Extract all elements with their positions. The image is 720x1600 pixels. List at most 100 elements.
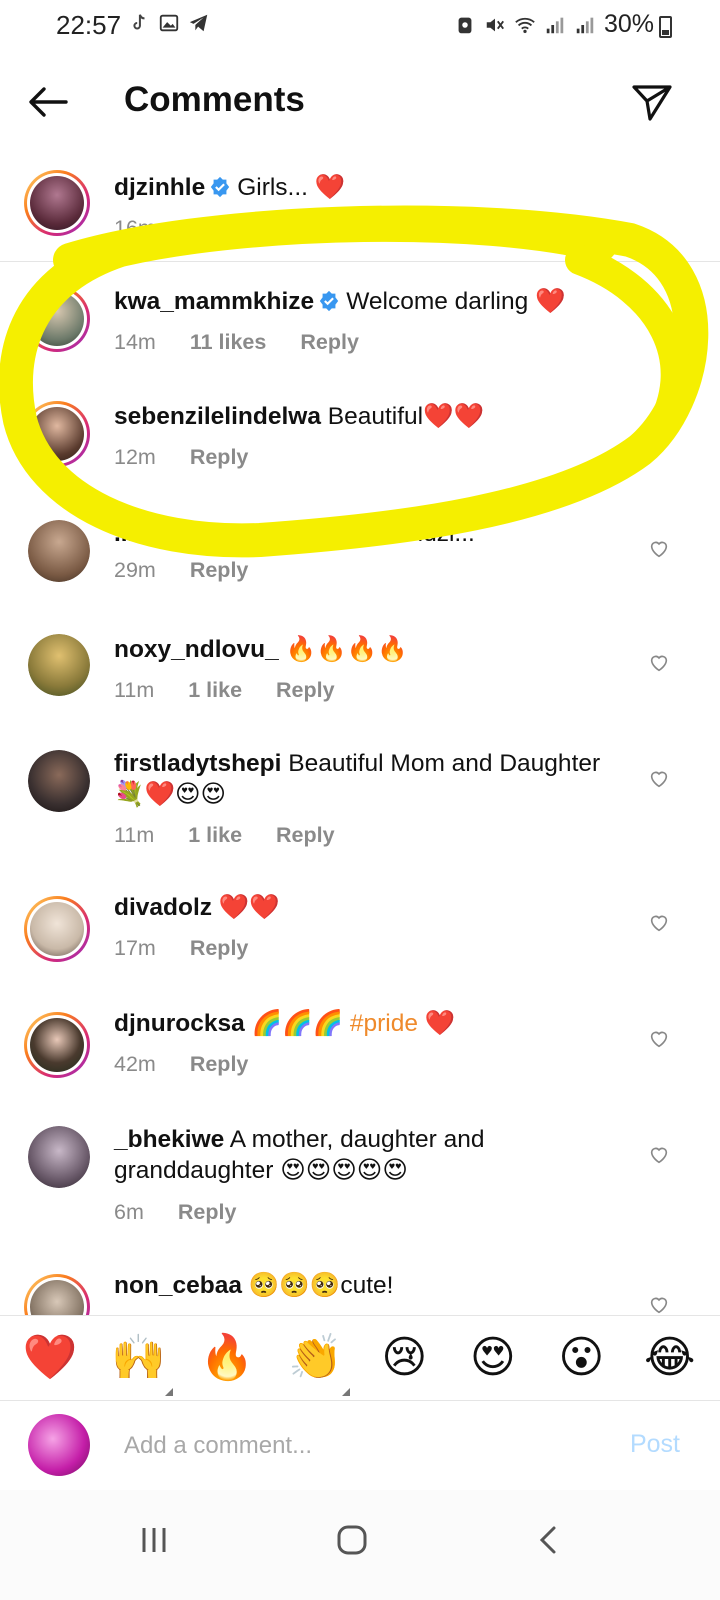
avatar[interactable] [24,286,90,352]
like-heart-icon[interactable] [648,538,670,560]
comment-username[interactable]: _bhekiwe [114,1126,224,1153]
comment-text: Mia vhasidzi... [319,520,475,547]
gallery-icon [159,14,179,32]
emoji-heart-button[interactable]: ❤️ [14,1336,86,1380]
like-heart-icon[interactable] [648,652,670,674]
reply-button[interactable]: Reply [190,445,249,470]
emoji-heart-eyes-button[interactable]: 😍 [457,1336,529,1380]
page-title: Comments [124,80,305,119]
avatar[interactable] [28,750,90,812]
emoji-raising-hands-button[interactable]: 🙌 [103,1336,175,1396]
comment-time: 6m [114,1200,144,1224]
emoji-joy-button[interactable]: 😂 [634,1336,706,1380]
emoji-surprised-button[interactable]: 😮 [545,1336,617,1380]
comment-username[interactable]: kwa_mammkhize [114,288,314,315]
quick-emoji-bar: ❤️ 🙌 🔥 👏 😢 😍 😮 😂 [0,1315,720,1401]
back-nav-icon[interactable] [530,1520,570,1560]
wifi-icon [515,17,535,33]
system-nav-bar [0,1490,720,1600]
post-button[interactable]: Post [630,1430,680,1459]
reply-button[interactable]: Reply [190,558,249,583]
comment-time: 11m [114,823,155,847]
comment-item: _bhekiwe A mother, daughter and granddau… [0,1120,720,1250]
reply-button[interactable]: Reply [276,823,335,848]
data-saver-icon [458,17,472,33]
send-icon[interactable] [628,78,676,126]
avatar[interactable] [28,1126,90,1188]
tiktok-icon [133,14,145,30]
my-avatar [28,1414,90,1476]
signal-icon-2 [576,17,594,33]
comments-list[interactable]: djzinhle Girls... ❤️ 16m · Edited kwa_mam… [0,150,720,1315]
reply-button[interactable]: Reply [276,678,335,703]
signal-icon-1 [546,17,564,33]
battery-icon [659,16,672,38]
comment-text: 🔥🔥🔥🔥 [285,636,408,663]
comment-input[interactable] [124,1426,584,1466]
comment-text-after: ❤️ [424,1010,456,1037]
home-icon[interactable] [332,1520,372,1560]
comment-text: 🌈🌈🌈 [251,1010,344,1037]
telegram-icon [189,14,208,32]
comment-item: djnurocksa 🌈🌈🌈 #pride ❤️ 42m Reply [0,1004,720,1104]
verified-badge-icon [211,176,230,198]
comment-time: 11m [114,678,155,702]
reply-button[interactable]: Reply [190,936,249,961]
avatar[interactable] [24,170,90,236]
like-heart-icon[interactable] [648,1294,670,1315]
avatar[interactable] [24,1012,90,1078]
emoji-clap-button[interactable]: 👏 [280,1336,352,1396]
avatar[interactable] [24,896,90,962]
comment-time: 29m [114,558,156,582]
like-heart-icon[interactable] [648,1144,670,1166]
comment-text: ❤️❤️ [218,894,280,921]
comment-username[interactable]: non_cebaa [114,1272,242,1299]
status-time: 22:57 [56,10,122,40]
comment-time: 17m [114,936,156,960]
comment-likes[interactable]: 1 like [188,678,242,703]
comment-username[interactable]: djzinhle [114,174,205,201]
header: Comments [0,60,720,142]
avatar[interactable] [24,1274,90,1315]
comment-text: 🥺🥺🥺cute! [248,1272,394,1299]
like-heart-icon[interactable] [648,912,670,934]
mute-icon [486,18,504,31]
comment-meta: 16m · Edited [114,216,236,240]
comment-time: 42m [114,1052,156,1076]
caption-comment: djzinhle Girls... ❤️ 16m · Edited [0,150,720,262]
status-bar: 22:57 30% [0,0,720,56]
emoji-crying-button[interactable]: 😢 [368,1336,440,1380]
comment-item: sebenzilelindelwa Beautiful❤️❤️ 12m Repl… [0,395,720,505]
comment-item: kwa_mammkhize Welcome darling ❤️ 14m 11 l… [0,278,720,388]
avatar[interactable] [24,401,90,467]
like-heart-icon[interactable] [648,768,670,790]
comment-text: Welcome darling ❤️ [346,288,566,315]
like-heart-icon[interactable] [648,1028,670,1050]
comment-username[interactable]: ...rau_mukwevho [114,520,313,547]
comment-likes[interactable]: 11 likes [190,330,267,355]
comment-item: non_cebaa 🥺🥺🥺cute! [0,1268,720,1315]
comment-item: firstladytshepi Beautiful Mom and Daught… [0,744,720,864]
comment-likes[interactable]: 1 like [188,823,242,848]
comment-username[interactable]: djnurocksa [114,1010,245,1037]
reply-button[interactable]: Reply [190,1052,249,1077]
comment-item: noxy_ndlovu_ 🔥🔥🔥🔥 11m 1 like Reply [0,628,720,728]
avatar[interactable] [28,520,90,582]
avatar[interactable] [28,634,90,696]
comment-username[interactable]: noxy_ndlovu_ [114,636,279,663]
verified-badge-icon [320,290,339,312]
back-arrow-icon[interactable] [24,78,72,126]
comment-username[interactable]: sebenzilelindelwa [114,403,321,430]
hashtag-link[interactable]: #pride [350,1010,418,1037]
reply-button[interactable]: Reply [178,1200,237,1225]
recent-apps-icon[interactable] [134,1520,174,1560]
like-heart-icon[interactable] [648,427,670,449]
comment-item: ...rau_mukwevho Mia vhasidzi... 29m Repl… [0,514,720,604]
comment-username[interactable]: firstladytshepi [114,750,281,777]
reply-button[interactable]: Reply [300,330,359,355]
emoji-fire-button[interactable]: 🔥 [191,1336,263,1380]
comment-text: Girls... ❤️ [237,174,346,201]
comment-username[interactable]: divadolz [114,894,212,921]
comment-time: 14m [114,330,156,354]
comment-text: Beautiful❤️❤️ [327,403,485,430]
